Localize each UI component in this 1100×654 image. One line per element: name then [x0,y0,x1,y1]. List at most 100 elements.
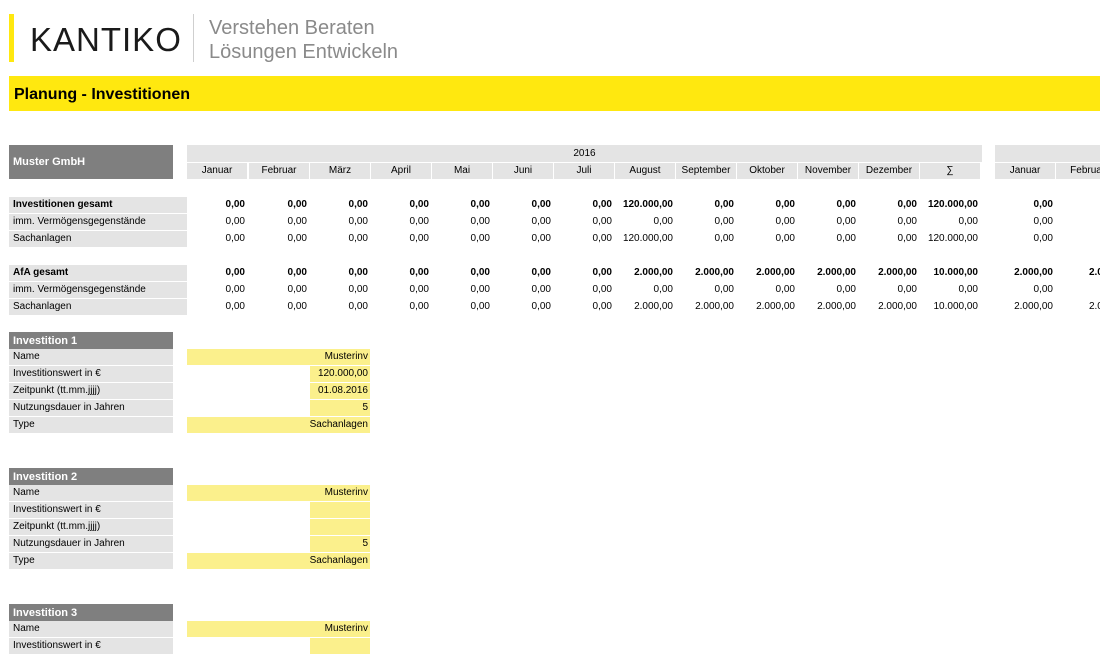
value-cell[interactable]: 0,00 [615,282,675,298]
value-cell[interactable]: 0,00 [859,282,919,298]
value-cell[interactable]: 0,00 [249,214,309,230]
field-input[interactable] [310,638,370,654]
value-cell[interactable]: 0,00 [187,231,247,247]
value-cell[interactable]: 120.000,00 [615,231,675,247]
value-cell[interactable]: 0,00 [554,197,614,213]
field-input[interactable]: 01.08.2016 [310,383,370,399]
value-cell[interactable]: 0,00 [432,299,492,315]
value-cell[interactable]: 0,00 [554,282,614,298]
value-cell[interactable]: 0,00 [859,214,919,230]
value-cell[interactable]: 2.000,00 [798,265,858,281]
next-year-month-header-cell[interactable]: Februa [1056,163,1100,179]
month-header-cell[interactable]: Februar [249,163,309,179]
value-cell[interactable]: 120.000,00 [615,197,675,213]
month-header-cell[interactable]: Januar [187,163,247,179]
value-cell[interactable]: 0,00 [187,197,247,213]
value-cell[interactable]: 0,00 [371,265,431,281]
next-year-value-cell[interactable]: 2.000,00 [995,265,1055,281]
value-cell[interactable]: 0,00 [432,282,492,298]
value-cell[interactable]: 0,00 [187,299,247,315]
value-cell[interactable]: 2.000,00 [859,265,919,281]
value-cell[interactable]: 0,00 [249,282,309,298]
field-input[interactable]: 120.000,00 [310,366,370,382]
next-year-value-cell[interactable]: 2.000 [1056,299,1100,315]
value-cell[interactable]: 0,00 [676,282,736,298]
value-cell[interactable]: 0,00 [676,197,736,213]
value-cell[interactable]: 0,00 [737,282,797,298]
field-input[interactable]: Sachanlagen [187,553,370,569]
value-cell[interactable]: 2.000,00 [676,299,736,315]
next-year-value-cell[interactable]: 0,00 [995,197,1055,213]
month-header-cell[interactable]: September [676,163,736,179]
value-cell[interactable]: 0,00 [249,231,309,247]
value-cell[interactable]: 10.000,00 [920,299,980,315]
value-cell[interactable]: 0,00 [493,265,553,281]
value-cell[interactable]: 0,00 [493,231,553,247]
value-cell[interactable]: 0,00 [493,282,553,298]
value-cell[interactable]: 0,00 [310,265,370,281]
next-year-header[interactable] [995,145,1100,162]
value-cell[interactable]: 2.000,00 [737,265,797,281]
value-cell[interactable]: 120.000,00 [920,231,980,247]
value-cell[interactable]: 0,00 [310,214,370,230]
field-input[interactable]: Sachanlagen [187,417,370,433]
month-header-cell[interactable]: Juli [554,163,614,179]
month-header-cell[interactable]: ∑ [920,163,980,179]
value-cell[interactable]: 0,00 [554,299,614,315]
value-cell[interactable]: 0,00 [920,282,980,298]
value-cell[interactable]: 0,00 [676,231,736,247]
value-cell[interactable]: 0,00 [432,214,492,230]
month-header-cell[interactable]: April [371,163,431,179]
value-cell[interactable]: 0,00 [493,299,553,315]
field-input[interactable]: 5 [310,400,370,416]
value-cell[interactable]: 0,00 [371,197,431,213]
value-cell[interactable]: 0,00 [371,214,431,230]
value-cell[interactable]: 0,00 [554,265,614,281]
month-header-cell[interactable]: Oktober [737,163,797,179]
month-header-cell[interactable]: August [615,163,675,179]
value-cell[interactable]: 2.000,00 [676,265,736,281]
value-cell[interactable]: 0,00 [798,214,858,230]
value-cell[interactable]: 0,00 [249,265,309,281]
value-cell[interactable]: 2.000,00 [615,265,675,281]
field-input[interactable] [310,519,370,535]
value-cell[interactable]: 0,00 [798,197,858,213]
field-input[interactable]: 5 [310,536,370,552]
next-year-value-cell[interactable]: 0 [1056,214,1100,230]
value-cell[interactable]: 0,00 [554,214,614,230]
next-year-value-cell[interactable]: 2.000,00 [995,299,1055,315]
field-input[interactable] [310,502,370,518]
value-cell[interactable]: 0,00 [798,282,858,298]
value-cell[interactable]: 0,00 [859,231,919,247]
month-header-cell[interactable]: Dezember [859,163,919,179]
value-cell[interactable]: 0,00 [310,197,370,213]
field-input[interactable]: Musterinv [187,349,370,365]
value-cell[interactable]: 0,00 [554,231,614,247]
month-header-cell[interactable]: Mai [432,163,492,179]
next-year-value-cell[interactable]: 2.000 [1056,265,1100,281]
value-cell[interactable]: 0,00 [798,231,858,247]
value-cell[interactable]: 0,00 [737,231,797,247]
company-cell[interactable]: Muster GmbH [9,145,173,179]
year-header[interactable]: 2016 [187,145,982,162]
value-cell[interactable]: 0,00 [371,282,431,298]
value-cell[interactable]: 0,00 [187,214,247,230]
value-cell[interactable]: 0,00 [310,231,370,247]
next-year-month-header-cell[interactable]: Januar [995,163,1055,179]
value-cell[interactable]: 0,00 [859,197,919,213]
value-cell[interactable]: 2.000,00 [737,299,797,315]
value-cell[interactable]: 0,00 [187,282,247,298]
value-cell[interactable]: 120.000,00 [920,197,980,213]
next-year-value-cell[interactable]: 0,00 [995,231,1055,247]
value-cell[interactable]: 0,00 [310,299,370,315]
next-year-value-cell[interactable]: 0 [1056,231,1100,247]
value-cell[interactable]: 0,00 [737,197,797,213]
field-input[interactable]: Musterinv [187,485,370,501]
value-cell[interactable]: 0,00 [432,265,492,281]
value-cell[interactable]: 0,00 [737,214,797,230]
field-input[interactable]: Musterinv [187,621,370,637]
value-cell[interactable]: 0,00 [676,214,736,230]
value-cell[interactable]: 0,00 [371,299,431,315]
month-header-cell[interactable]: März [310,163,370,179]
value-cell[interactable]: 0,00 [493,197,553,213]
